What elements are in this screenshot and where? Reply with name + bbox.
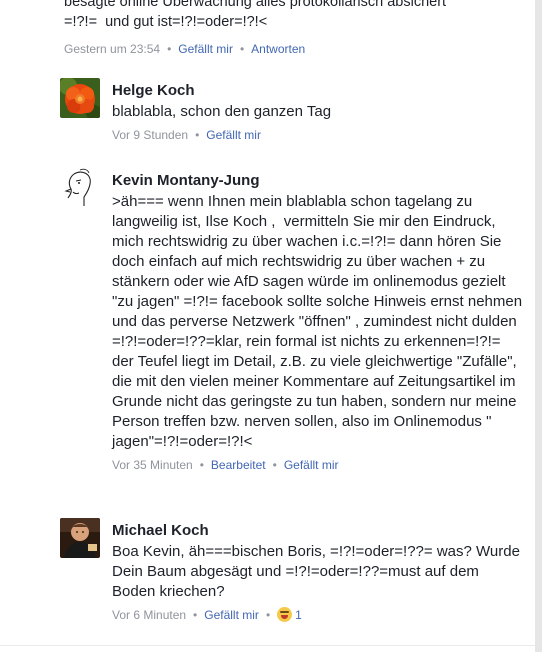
avatar[interactable] xyxy=(60,518,100,558)
separator-dot: • xyxy=(195,128,200,142)
comment-author[interactable]: Kevin Montany-Jung xyxy=(112,171,526,190)
separator-dot: • xyxy=(239,42,245,56)
laughing-emoji-icon[interactable] xyxy=(277,607,293,622)
comment-body: Helge Koch blablabla, schon den ganzen T… xyxy=(112,78,526,143)
comment-meta: Vor 9 Stunden • Gefällt mir xyxy=(112,127,526,143)
comment-body: Kevin Montany-Jung >äh=== wenn Ihnen mei… xyxy=(112,168,526,473)
reply-link[interactable]: Antworten xyxy=(251,42,305,56)
previous-comment: besagte online Überwachung alles protoko… xyxy=(64,0,504,57)
comment-time[interactable]: Vor 9 Stunden xyxy=(112,128,188,142)
sketch-face-avatar-icon xyxy=(60,168,100,208)
scrollbar[interactable] xyxy=(535,0,542,652)
like-link[interactable]: Gefällt mir xyxy=(284,458,339,472)
avatar[interactable] xyxy=(60,168,100,208)
like-link[interactable]: Gefällt mir xyxy=(206,128,261,142)
comment-author[interactable]: Michael Koch xyxy=(112,521,526,540)
comment-time[interactable]: Vor 35 Minuten xyxy=(112,458,193,472)
avatar[interactable] xyxy=(60,78,100,118)
comment-body: Michael Koch Boa Kevin, äh===bischen Bor… xyxy=(112,518,526,623)
previous-comment-text: besagte online Überwachung alles protoko… xyxy=(64,0,447,30)
separator-dot: • xyxy=(193,608,198,622)
flower-avatar-icon xyxy=(60,78,100,118)
person-avatar-icon xyxy=(60,518,100,558)
comment-text: Boa Kevin, äh===bischen Boris, =!?!=oder… xyxy=(112,543,525,600)
comment-meta: Gestern um 23:54 • Gefällt mir • Antworten xyxy=(64,41,504,57)
comment-meta: Vor 35 Minuten • Bearbeitet • Gefällt mir xyxy=(112,457,526,473)
comment-time[interactable]: Gestern um 23:54 xyxy=(64,42,160,56)
separator-dot: • xyxy=(167,42,172,56)
comment-author[interactable]: Helge Koch xyxy=(112,81,526,100)
comment-meta: Vor 6 Minuten • Gefällt mir • 1 xyxy=(112,607,526,623)
comment-time[interactable]: Vor 6 Minuten xyxy=(112,608,186,622)
separator-dot: • xyxy=(199,458,204,472)
edited-link[interactable]: Bearbeitet xyxy=(211,458,266,472)
separator-dot: • xyxy=(265,608,271,622)
comment-text: blablabla, schon den ganzen Tag xyxy=(112,103,332,120)
like-link[interactable]: Gefällt mir xyxy=(178,42,233,56)
like-link[interactable]: Gefällt mir xyxy=(204,608,259,622)
reaction-count[interactable]: 1 xyxy=(295,608,302,622)
divider xyxy=(0,645,542,646)
comment-text: >äh=== wenn Ihnen mein blablabla schon t… xyxy=(112,193,527,450)
separator-dot: • xyxy=(272,458,277,472)
